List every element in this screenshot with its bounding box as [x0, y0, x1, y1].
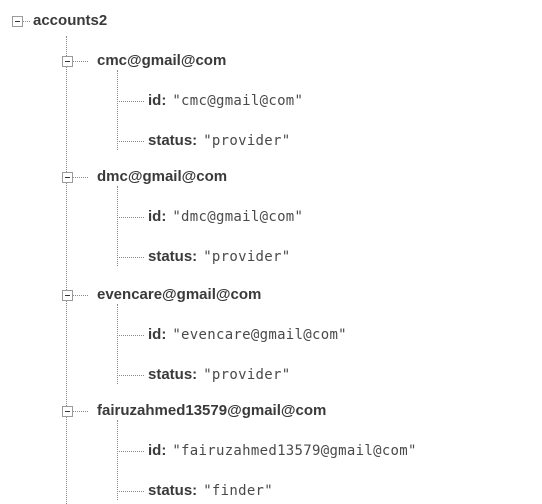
field-value[interactable]: "dmc@gmail@com" — [172, 209, 303, 225]
collapse-toggle-icon[interactable] — [62, 172, 73, 183]
tree-branch — [117, 70, 118, 150]
child-node-key[interactable]: cmc@gmail@com — [97, 52, 226, 70]
field-row[interactable]: id: "evencare@gmail@com" — [148, 326, 347, 344]
field-key: status: — [148, 482, 198, 499]
tree-connector — [117, 217, 144, 218]
tree-connector — [117, 101, 144, 102]
tree-branch — [117, 304, 118, 384]
tree-connector — [23, 21, 30, 22]
field-key: id: — [148, 208, 167, 225]
field-value[interactable]: "fairuzahmed13579@gmail@com" — [172, 443, 416, 459]
root-node-key[interactable]: accounts2 — [33, 12, 107, 30]
tree-branch — [117, 186, 118, 266]
field-value[interactable]: "cmc@gmail@com" — [172, 93, 303, 109]
field-key: status: — [148, 132, 198, 149]
field-row[interactable]: status: "provider" — [148, 366, 290, 384]
tree-connector — [73, 61, 88, 62]
tree-connector — [117, 141, 144, 142]
child-node-key[interactable]: evencare@gmail@com — [97, 286, 261, 304]
tree-connector — [117, 257, 144, 258]
tree-connector — [73, 177, 88, 178]
field-value[interactable]: "provider" — [203, 249, 290, 265]
field-key: status: — [148, 248, 198, 265]
field-key: id: — [148, 326, 167, 343]
field-value[interactable]: "provider" — [203, 133, 290, 149]
field-key: id: — [148, 92, 167, 109]
tree-branch — [117, 420, 118, 500]
collapse-toggle-icon[interactable] — [62, 56, 73, 67]
field-row[interactable]: status: "provider" — [148, 132, 290, 150]
collapse-toggle-icon[interactable] — [62, 406, 73, 417]
tree-connector — [117, 335, 144, 336]
field-row[interactable]: id: "fairuzahmed13579@gmail@com" — [148, 442, 417, 460]
child-node-key[interactable]: fairuzahmed13579@gmail@com — [97, 402, 326, 420]
field-row[interactable]: status: "provider" — [148, 248, 290, 266]
field-value[interactable]: "finder" — [203, 483, 273, 499]
field-value[interactable]: "evencare@gmail@com" — [172, 327, 347, 343]
tree-connector — [117, 451, 144, 452]
tree-trunk — [66, 36, 67, 504]
field-row[interactable]: id: "dmc@gmail@com" — [148, 208, 303, 226]
field-value[interactable]: "provider" — [203, 367, 290, 383]
tree-connector — [117, 491, 144, 492]
tree-connector — [117, 375, 144, 376]
collapse-toggle-icon[interactable] — [62, 290, 73, 301]
tree-connector — [73, 295, 88, 296]
field-key: status: — [148, 366, 198, 383]
database-tree: accounts2 cmc@gmail@com id: "cmc@gmail@co… — [0, 0, 542, 504]
field-row[interactable]: id: "cmc@gmail@com" — [148, 92, 303, 110]
child-node-key[interactable]: dmc@gmail@com — [97, 168, 227, 186]
tree-connector — [73, 411, 88, 412]
field-key: id: — [148, 442, 167, 459]
field-row[interactable]: status: "finder" — [148, 482, 273, 500]
collapse-toggle-icon[interactable] — [12, 16, 23, 27]
